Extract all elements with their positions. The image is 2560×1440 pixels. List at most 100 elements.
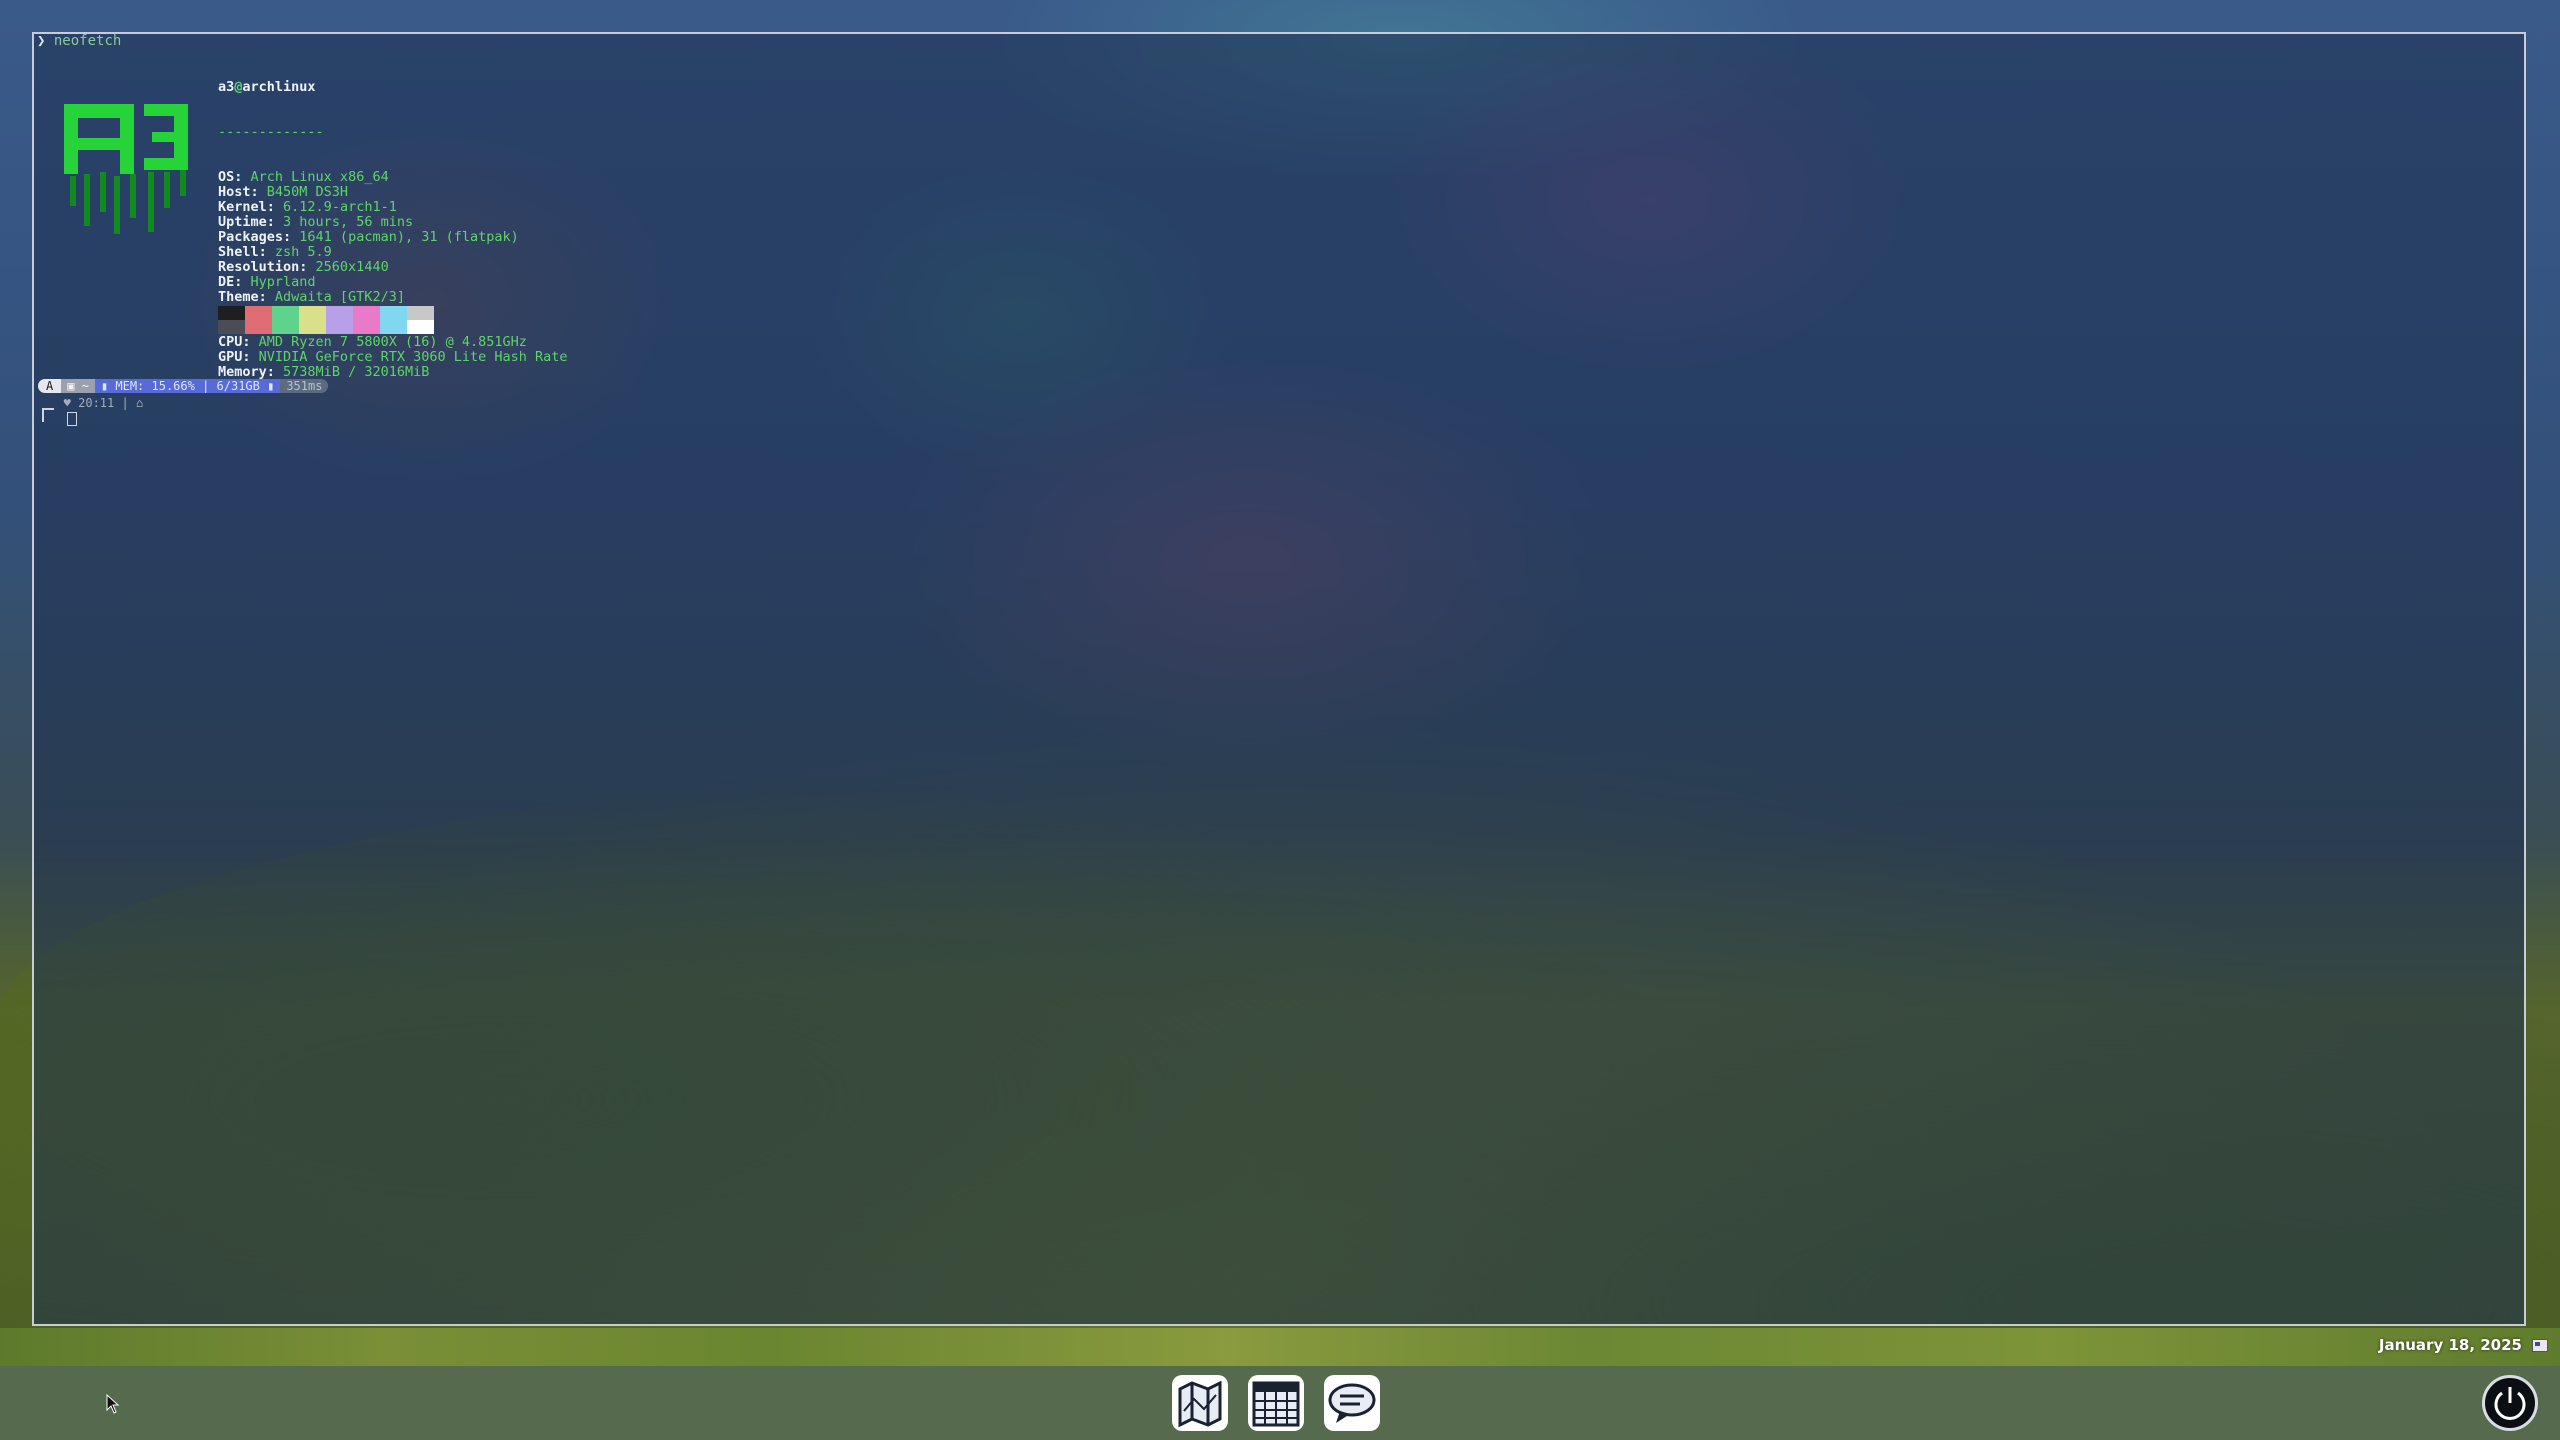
info-line: DE: Hyprland [218,275,568,290]
power-button[interactable] [2482,1375,2538,1431]
text-cursor [67,412,77,426]
info-colon: : [258,244,275,260]
mouse-pointer-icon [106,1394,120,1414]
info-value: 2560x1440 [315,259,389,275]
prompt-corner-icon [42,408,54,422]
info-key: GPU [218,349,243,365]
palette-row-bottom [218,320,434,334]
memory-icon: ▮ [100,379,116,393]
chat-app-icon[interactable] [1322,1373,1382,1433]
info-line: OS: Arch Linux x86_64 [218,170,568,185]
command-line: ❯ neofetch [37,34,121,49]
maps-app-icon[interactable] [1170,1373,1230,1433]
username: a3 [218,79,235,95]
info-line: GPU: NVIDIA GeForce RTX 3060 Lite Hash R… [218,350,568,365]
info-value: AMD Ryzen 7 5800X (16) @ 4.851GHz [258,334,527,350]
separator-line: ------------- [218,124,324,140]
duration-segment: 351ms [280,379,329,393]
palette-swatch [245,320,272,334]
dock-app-list [1170,1373,1382,1433]
dock-bar [0,1366,2560,1440]
arch-segment: A [38,379,62,393]
info-key: Theme [218,289,259,305]
info-value: B450M DS3H [266,184,349,200]
palette-swatch [407,320,434,334]
palette-row-top [218,306,434,320]
palette-swatch [218,320,245,334]
info-line: Kernel: 6.12.9-arch1-1 [218,200,568,215]
directory-text: ~ [81,379,89,393]
info-value: Adwaita [GTK2/3] [274,289,405,305]
info-value: zsh 5.9 [274,244,332,260]
info-colon: : [299,259,316,275]
date-indicator: January 18, 2025 [2379,1336,2548,1354]
palette-swatch [407,306,434,320]
info-colon: : [266,214,284,230]
info-colon: : [266,199,284,215]
info-line: Resolution: 2560x1440 [218,260,568,275]
home-folder-icon: ▣ [67,379,82,393]
date-text: January 18, 2025 [2378,1336,2522,1354]
terminal-window[interactable]: ❯ neofetch a3@archlinux ------------- OS… [32,32,2526,1326]
palette-swatch [353,320,380,334]
info-value: 6.12.9-arch1-1 [283,199,397,215]
powerline-prompt: A ▣ ~ ▮ MEM: 15.66% | 6/31GB ▮ 351ms [38,379,329,393]
calendar-app-icon[interactable] [1246,1373,1306,1433]
info-list: OS: Arch Linux x86_64 Host: B450M DS3H Ker… [218,170,568,380]
info-key: Memory [218,364,267,380]
color-palette [218,306,434,334]
hostname: archlinux [242,79,316,95]
palette-swatch [272,320,299,334]
palette-swatch [353,306,380,320]
info-value: NVIDIA GeForce RTX 3060 Lite Hash Rate [258,349,568,365]
memory-segment: ▮ MEM: 15.66% | 6/31GB ▮ [94,379,281,393]
info-colon: : [258,289,275,305]
home-icon: ⌂ [135,396,144,410]
palette-swatch [299,320,326,334]
palette-swatch [326,306,353,320]
user-host-line: a3@archlinux [218,80,568,95]
info-key: Host [218,184,251,200]
info-line: Memory: 5738MiB / 32016MiB [218,365,568,380]
directory-segment: ▣ ~ [61,379,95,393]
info-colon: : [234,169,251,185]
info-key: Kernel [218,199,267,215]
palette-swatch [326,320,353,334]
prompt-time-line: ♥ 20:11 | ⌂ [42,396,144,410]
info-key: Shell [218,244,259,260]
info-colon: : [242,334,259,350]
command-text: neofetch [53,33,122,49]
info-line: Theme: Adwaita [GTK2/3] [218,290,568,305]
info-colon: : [242,349,259,365]
memory-icon-end: ▮ [259,379,275,393]
palette-swatch [218,306,245,320]
prompt-chevron-icon: ❯ [37,33,46,49]
info-value: Hyprland [250,274,316,290]
info-key: OS [218,169,235,185]
memory-text: MEM: 15.66% | 6/31GB [115,379,260,393]
power-icon [2494,1387,2526,1420]
palette-swatch [299,306,326,320]
info-colon: : [266,364,284,380]
palette-swatch [380,306,407,320]
prompt-time: 20:11 [78,396,115,410]
palette-swatch [380,320,407,334]
wallpaper-grass-strip [0,1328,2560,1366]
info-line: Host: B450M DS3H [218,185,568,200]
palette-swatch [245,306,272,320]
palette-swatch [272,306,299,320]
info-value: 3 hours, 56 mins [283,214,414,230]
info-colon: : [250,184,267,200]
keyboard-layout-flag-icon[interactable] [2532,1338,2548,1352]
info-key: Packages [218,229,284,245]
info-key: CPU [218,334,243,350]
info-value: 1641 (pacman), 31 (flatpak) [299,229,519,245]
info-key: DE [218,274,235,290]
info-line: CPU: AMD Ryzen 7 5800X (16) @ 4.851GHz [218,335,568,350]
info-line: Uptime: 3 hours, 56 mins [218,215,568,230]
info-key: Uptime [218,214,267,230]
info-value: 5738MiB / 32016MiB [283,364,430,380]
info-colon: : [283,229,300,245]
info-line: Packages: 1641 (pacman), 31 (flatpak) [218,230,568,245]
distro-logo-icon [64,104,188,234]
